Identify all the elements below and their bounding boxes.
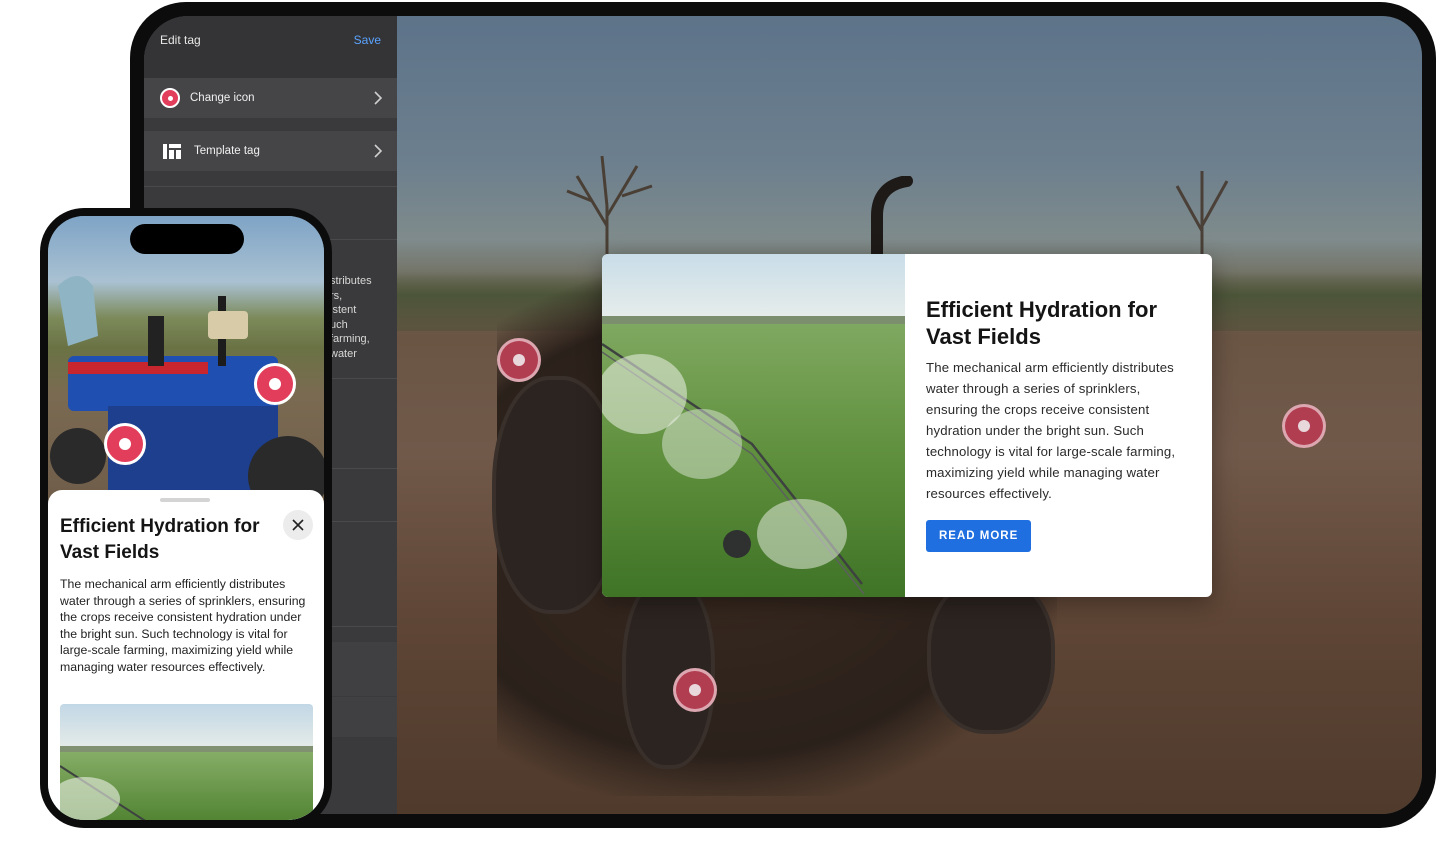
template-tag-row[interactable]: Template tag [144, 131, 397, 171]
tractor-front-wheel [492, 376, 620, 614]
save-button[interactable]: Save [354, 33, 381, 47]
description-line: water [330, 347, 357, 360]
tag-pin-engine[interactable] [254, 363, 296, 405]
tag-pin-tractor-front[interactable] [497, 338, 541, 382]
change-icon-row[interactable]: Change icon [144, 78, 397, 118]
sidebar-title: Edit tag [160, 33, 201, 47]
sheet-drag-handle[interactable] [160, 498, 210, 502]
description-line: istent [330, 304, 357, 316]
irrigation-photo [602, 254, 905, 597]
dynamic-island [130, 224, 244, 254]
popup-description: The mechanical arm efficiently distribut… [926, 360, 1176, 501]
tag-bottom-sheet: Efficient Hydration for Vast Fields The … [48, 490, 324, 820]
tractor-rear-wheel [927, 576, 1055, 734]
phone-device: Efficient Hydration for Vast Fields The … [40, 208, 332, 828]
template-grid-icon [163, 143, 181, 159]
phone-screen: Efficient Hydration for Vast Fields The … [48, 216, 324, 820]
tag-popup-card: Efficient Hydration for Vast Fields The … [602, 254, 1212, 597]
close-button[interactable] [283, 510, 313, 540]
tag-pin-wheel[interactable] [673, 668, 717, 712]
irrigation-photo-graphic [60, 704, 313, 820]
read-more-button[interactable]: READ MORE [926, 520, 1032, 552]
popup-title: Efficient Hydration for Vast Fields [926, 297, 1158, 349]
close-icon [292, 519, 304, 531]
sidebar-divider [144, 186, 397, 187]
template-tag-label: Template tag [194, 145, 260, 157]
description-line: rs, [330, 289, 343, 302]
sheet-title: Efficient Hydration for Vast Fields [60, 516, 260, 563]
sidebar-header: Edit tag Save [144, 16, 397, 78]
chevron-right-icon [374, 144, 383, 158]
description-line: uch [330, 318, 348, 331]
red-dot-icon [160, 88, 180, 108]
change-icon-label: Change icon [190, 92, 255, 104]
description-line: farming, [330, 333, 370, 345]
description-line: stributes [330, 275, 372, 287]
tractor-closeup-photo [48, 216, 324, 516]
irrigation-photo [60, 704, 313, 820]
tag-pin-field-right[interactable] [1282, 404, 1326, 448]
sheet-description: The mechanical arm efficiently distribut… [60, 577, 306, 674]
description-preview: stributes rs, istent uch farming, water [330, 274, 400, 361]
chevron-right-icon [374, 91, 383, 105]
tag-pin-grill[interactable] [104, 423, 146, 465]
